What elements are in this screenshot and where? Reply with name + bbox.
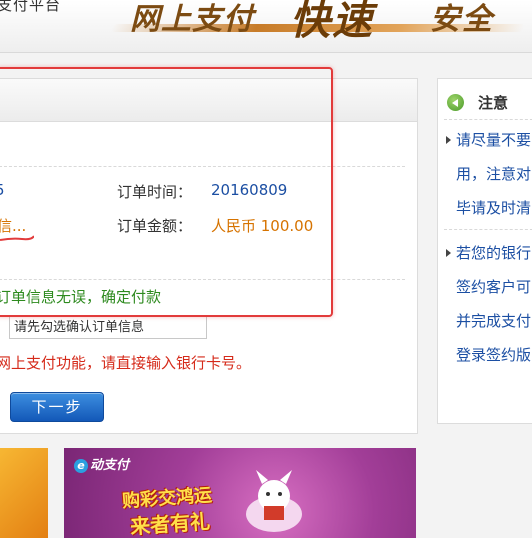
order-amount-value: 人民币 100.00 bbox=[211, 217, 314, 235]
banner-text-secure: 安全 bbox=[430, 2, 494, 37]
notice-line: 若您的银行 bbox=[456, 244, 532, 262]
divider bbox=[0, 166, 405, 167]
order-time-value: 20160809 bbox=[211, 181, 288, 199]
notice-panel: 注意 请尽量不要 用，注意对 毕请及时清 若您的银行 签约客户可 并完成支付 登… bbox=[437, 78, 532, 424]
notice-line: 登录签约版 bbox=[456, 346, 532, 364]
notice-line: 用，注意对 bbox=[456, 165, 532, 183]
card-number-instruction: 网上支付功能，请直接输入银行卡号。 bbox=[0, 354, 252, 372]
ad-slogan: 来者有礼 bbox=[129, 509, 211, 538]
order-id-fragment: 5 bbox=[0, 181, 5, 199]
order-panel: 5 订单时间： 20160809 信... 订单金额： 人民币 100.00 bbox=[0, 78, 418, 434]
divider bbox=[0, 279, 405, 280]
order-panel-header bbox=[0, 79, 417, 122]
header-banner: 网上支付 快速 安全 bbox=[112, 0, 524, 38]
notice-line: 毕请及时清 bbox=[456, 199, 532, 217]
notice-line: 并完成支付 bbox=[456, 312, 532, 330]
notice-line: 签约客户可 bbox=[456, 278, 532, 296]
divider bbox=[444, 229, 532, 230]
red-underline-mark bbox=[0, 235, 34, 241]
mascot-illustration bbox=[246, 470, 302, 532]
confirm-order-text[interactable]: 订单信息无误，确定付款 bbox=[0, 286, 161, 307]
notice-title: 注意 bbox=[478, 94, 509, 112]
next-step-button[interactable]: 下一步 bbox=[10, 392, 104, 422]
page-header: 支付平台 网上支付 快速 安全 bbox=[0, 0, 532, 53]
bullet-arrow-icon bbox=[446, 136, 451, 144]
banner-text-online-pay: 网上支付 bbox=[130, 2, 254, 37]
confirm-hint-field: 请先勾选确认订单信息 bbox=[9, 315, 207, 339]
notice-line: 请尽量不要 bbox=[456, 131, 532, 149]
brand-title: 支付平台 bbox=[0, 0, 62, 14]
ad-banner-left[interactable] bbox=[0, 448, 48, 538]
bullet-arrow-icon bbox=[446, 249, 451, 257]
divider bbox=[444, 119, 532, 120]
order-amount-label: 订单金额： bbox=[117, 217, 193, 235]
ad-banner-lottery[interactable]: e 动支付 购彩交鸿运 来者有礼 bbox=[64, 448, 416, 538]
order-time-label: 订单时间： bbox=[117, 183, 193, 201]
ad-logo: e 动支付 bbox=[74, 454, 129, 473]
speaker-icon bbox=[447, 94, 464, 111]
banner-text-fast: 快速 bbox=[290, 0, 374, 38]
order-info-link[interactable]: 信... bbox=[0, 215, 26, 236]
